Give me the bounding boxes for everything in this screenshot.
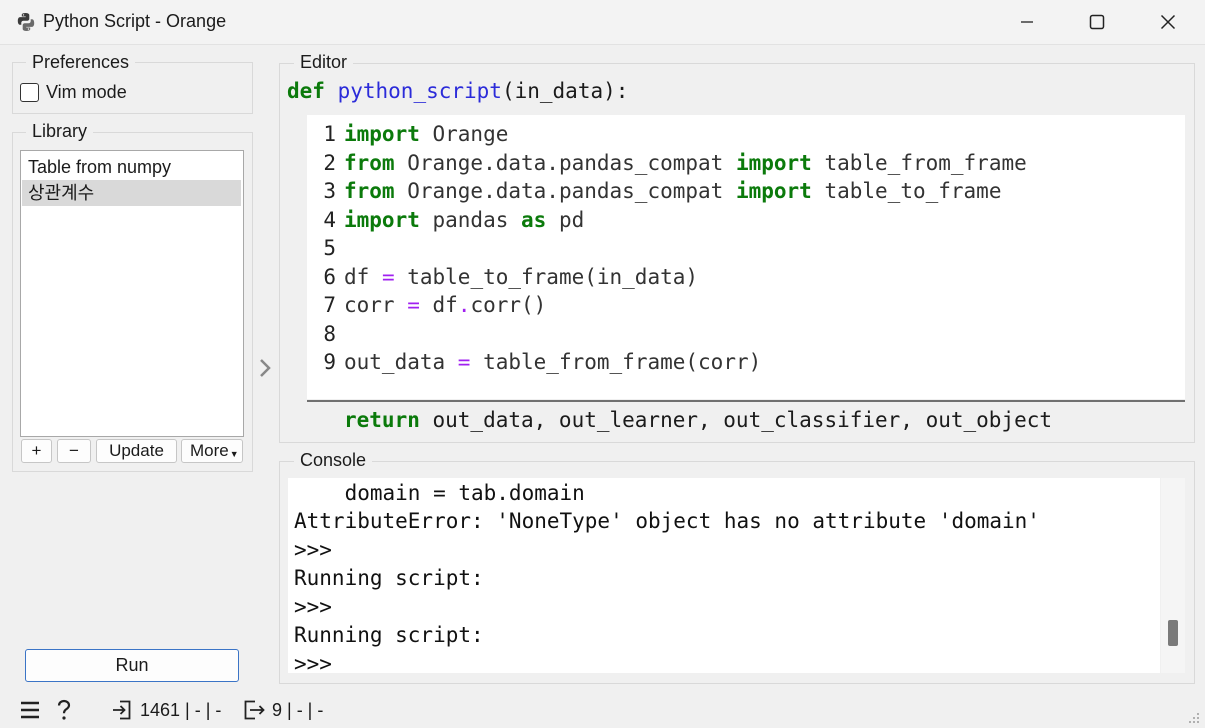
console-line: domain = tab.domain — [294, 481, 585, 505]
keyword: from — [344, 151, 395, 175]
code-text: Orange.data.pandas_compat — [394, 151, 736, 175]
run-button[interactable]: Run — [25, 649, 239, 682]
code-text: table_from_frame — [811, 151, 1027, 175]
line-number: 8 — [323, 322, 336, 346]
code-text: corr — [344, 293, 408, 317]
line-number: 1 — [323, 122, 336, 146]
line-number: 6 — [323, 265, 336, 289]
code-line: from Orange.data.pandas_compat import ta… — [344, 151, 1027, 175]
line-number: 7 — [323, 293, 336, 317]
vim-mode-label: Vim mode — [46, 82, 127, 102]
code-line: df = table_to_frame(in_data) — [344, 265, 698, 289]
function-name: python_script — [337, 79, 502, 103]
dropdown-arrow-icon: ▼ — [229, 449, 239, 459]
code-text: out_data — [344, 350, 458, 374]
return-values: out_data, out_learner, out_classifier, o… — [419, 408, 1053, 432]
code-text: Orange.data.pandas_compat — [394, 179, 736, 203]
input-summary[interactable]: 1461 | - | - — [140, 700, 221, 721]
output-summary[interactable]: 9 | - | - — [272, 700, 323, 721]
library-title: Library — [26, 121, 94, 142]
editor-divider — [307, 400, 1185, 402]
code-line: from Orange.data.pandas_compat import ta… — [344, 179, 1001, 203]
return-line: return out_data, out_learner, out_classi… — [344, 408, 1052, 432]
code-line: corr = df.corr() — [344, 293, 546, 317]
console-line: AttributeError: 'NoneType' object has no… — [294, 509, 1040, 533]
resize-grip-icon[interactable] — [1188, 712, 1200, 724]
line-number: 5 — [323, 236, 336, 260]
keyword: from — [344, 179, 395, 203]
console-line: >>> — [294, 595, 332, 619]
console-scroll-thumb[interactable] — [1168, 620, 1178, 646]
input-icon — [113, 700, 131, 720]
code-text: table_from_frame(corr) — [470, 350, 762, 374]
console-line: Running script: — [294, 566, 484, 590]
operator: = — [381, 265, 395, 289]
remove-script-button[interactable]: − — [57, 439, 91, 463]
code-text: pandas — [419, 208, 522, 232]
question-icon[interactable] — [54, 699, 74, 721]
minimize-button[interactable] — [1004, 0, 1050, 44]
window-title: Python Script - Orange — [43, 11, 227, 31]
console-title: Console — [294, 450, 373, 471]
more-label: More — [190, 441, 229, 460]
editor-title: Editor — [294, 52, 354, 73]
output-icon — [244, 700, 265, 720]
operator: . — [457, 293, 471, 317]
python-icon — [17, 13, 35, 31]
minimize-icon — [1021, 21, 1033, 23]
console-line: >>> — [294, 538, 332, 562]
code-text: df — [419, 293, 458, 317]
keyword: import — [735, 151, 812, 175]
close-icon — [1160, 14, 1176, 30]
collapse-arrow-icon[interactable] — [257, 358, 273, 378]
operator: = — [407, 293, 420, 317]
preferences-title: Preferences — [26, 52, 136, 73]
code-line: out_data = table_from_frame(corr) — [344, 350, 761, 374]
code-line: import pandas as pd — [344, 208, 584, 232]
update-button[interactable]: Update — [96, 439, 177, 463]
library-item-selected[interactable]: 상관계수 — [22, 180, 241, 206]
add-script-button[interactable]: + — [21, 439, 52, 463]
return-keyword: return — [344, 408, 420, 432]
code-text: table_to_frame — [811, 179, 1002, 203]
code-text: corr() — [470, 293, 547, 317]
code-text: table_to_frame(in_data) — [394, 265, 699, 289]
keyword: import — [344, 208, 420, 232]
library-item[interactable]: Table from numpy — [22, 154, 241, 180]
line-number: 9 — [323, 350, 336, 374]
function-header: def python_script(in_data): — [287, 79, 628, 103]
code-text: df — [344, 265, 382, 289]
keyword: as — [521, 208, 547, 232]
line-number: 2 — [323, 151, 336, 175]
more-button[interactable]: More ▼ — [181, 439, 243, 463]
console-line: >>> — [294, 652, 332, 673]
hamburger-icon[interactable] — [20, 701, 40, 719]
def-keyword: def — [287, 79, 325, 103]
maximize-button[interactable] — [1074, 0, 1120, 44]
library-list[interactable]: Table from numpy 상관계수 — [20, 150, 244, 437]
keyword: import — [344, 122, 420, 146]
code-text: pd — [546, 208, 585, 232]
console-line: Running script: — [294, 623, 484, 647]
code-editor[interactable]: 1 2 3 4 5 6 7 8 9 import Orange from Ora… — [307, 115, 1185, 399]
keyword: import — [735, 179, 812, 203]
operator: = — [457, 350, 471, 374]
code-line: import Orange — [344, 122, 508, 146]
vim-mode-checkbox[interactable] — [20, 83, 39, 102]
close-button[interactable] — [1145, 0, 1191, 44]
line-number: 3 — [323, 179, 336, 203]
code-text: Orange — [419, 122, 509, 146]
maximize-icon — [1089, 14, 1105, 30]
function-args: (in_data): — [501, 79, 629, 103]
console-output[interactable]: domain = tab.domain AttributeError: 'Non… — [288, 478, 1160, 673]
line-number: 4 — [323, 208, 336, 232]
